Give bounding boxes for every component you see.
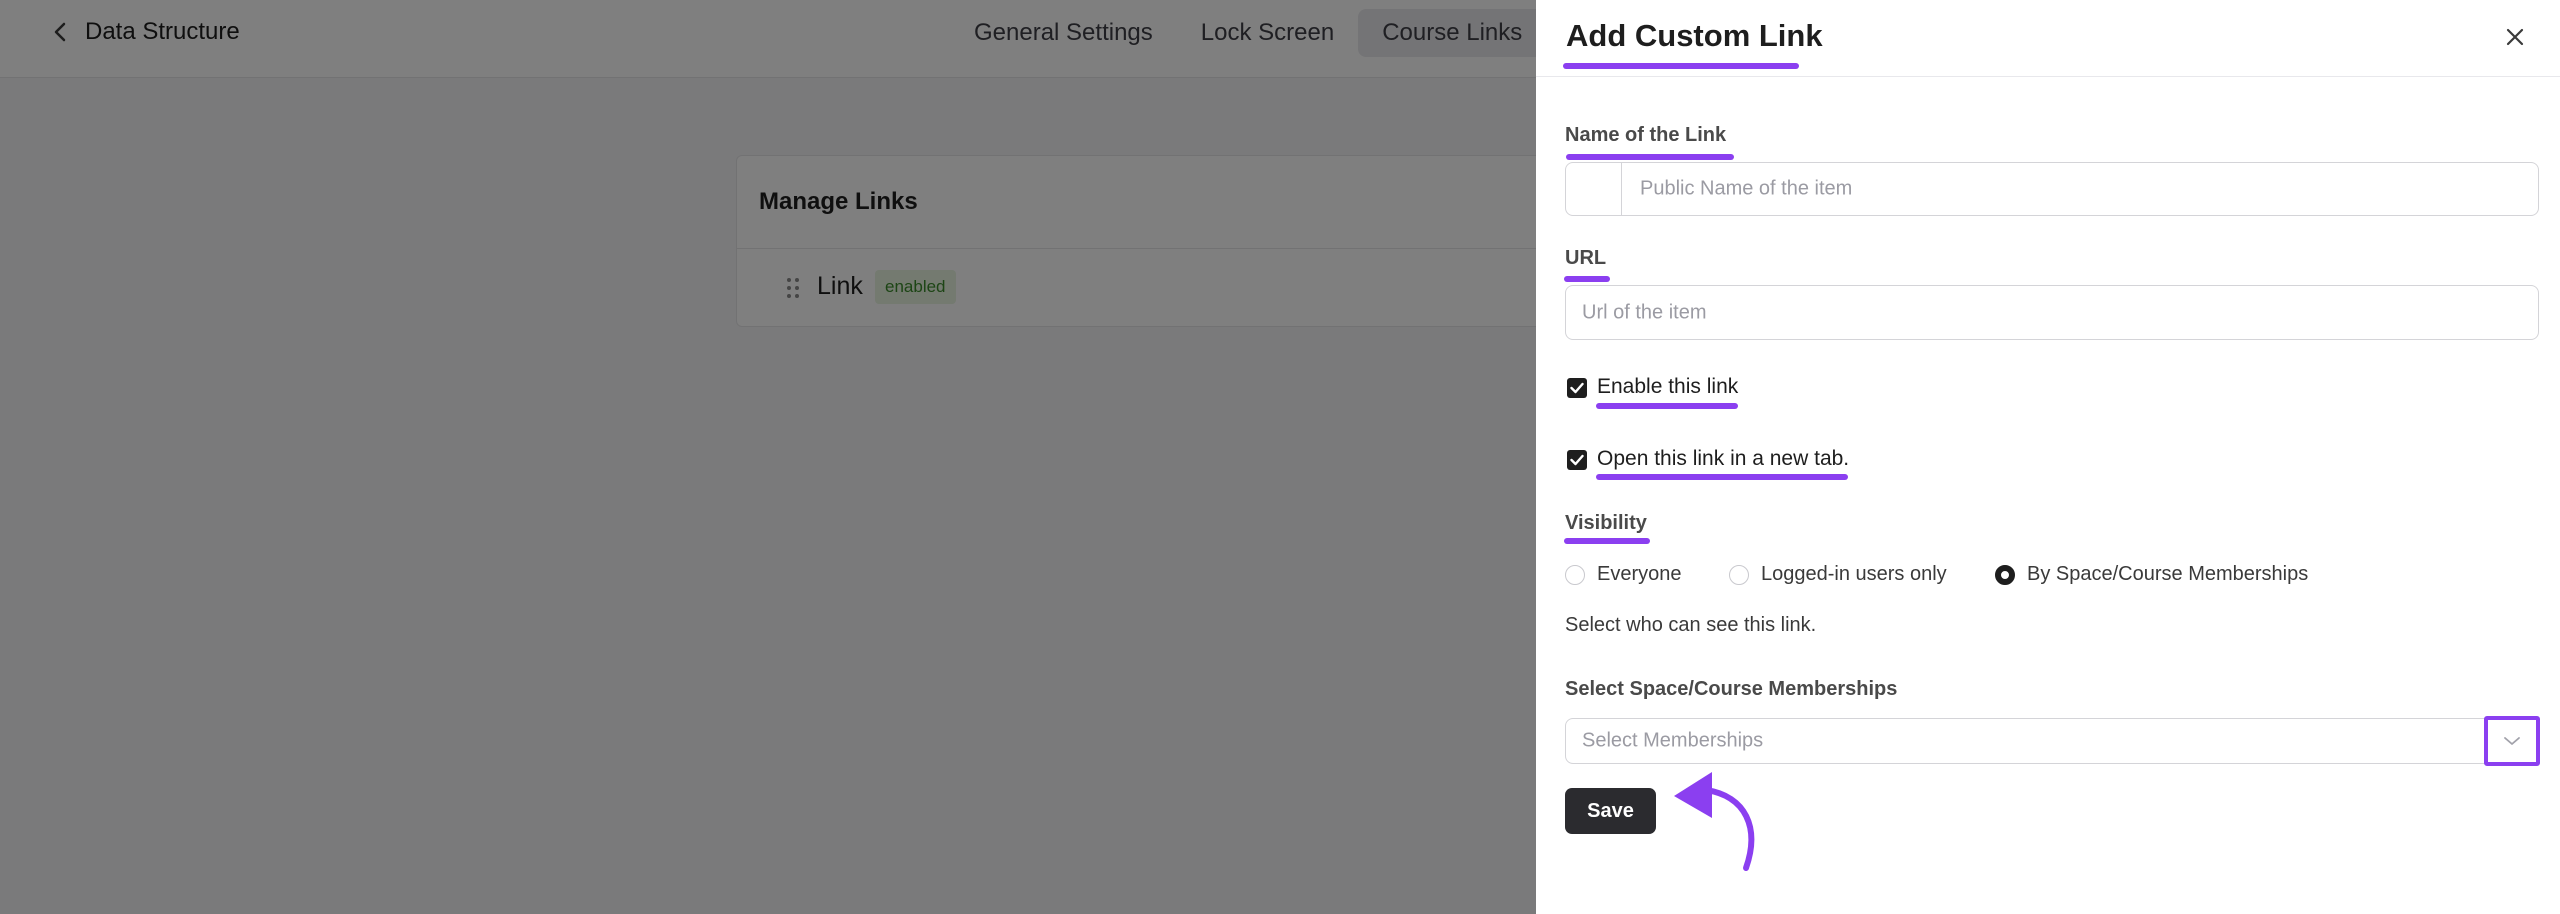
radio-everyone-dot[interactable] xyxy=(1565,564,1585,585)
memberships-placeholder: Select Memberships xyxy=(1582,729,1764,752)
url-placeholder: Url of the item xyxy=(1582,301,1707,323)
save-button[interactable]: Save xyxy=(1565,788,1656,834)
link-name-placeholder: Public Name of the item xyxy=(1640,177,1853,200)
open-new-tab-checkbox[interactable] xyxy=(1567,450,1587,470)
visibility-label: Visibility xyxy=(1565,512,1647,534)
url-label-highlight xyxy=(1564,276,1610,282)
title-highlight-underline xyxy=(1563,63,1799,69)
radio-everyone-label: Everyone xyxy=(1597,563,1682,585)
memberships-label: Select Space/Course Memberships xyxy=(1565,678,1898,700)
visibility-help-text: Select who can see this link. xyxy=(1565,614,1817,636)
radio-everyone[interactable]: Everyone xyxy=(1565,563,1682,586)
icon-picker[interactable] xyxy=(1566,163,1622,215)
radio-memberships[interactable]: By Space/Course Memberships xyxy=(1995,563,2308,586)
visibility-label-highlight xyxy=(1564,538,1650,544)
chevron-down-icon[interactable] xyxy=(2484,716,2540,766)
name-label-highlight xyxy=(1566,154,1734,160)
radio-logged-in[interactable]: Logged-in users only xyxy=(1729,563,1947,586)
enable-link-label[interactable]: Enable this link xyxy=(1597,375,1738,399)
radio-memberships-label: By Space/Course Memberships xyxy=(2027,563,2309,585)
url-input[interactable]: Url of the item xyxy=(1565,285,2539,340)
newtab-label-highlight xyxy=(1596,474,1848,480)
close-icon[interactable] xyxy=(2500,22,2530,52)
radio-memberships-dot[interactable] xyxy=(1995,564,2015,585)
drawer-title: Add Custom Link xyxy=(1566,18,1823,53)
drawer-divider xyxy=(1536,76,2560,77)
add-custom-link-drawer: Add Custom Link Name of the Link Public … xyxy=(1536,0,2560,914)
url-label: URL xyxy=(1565,247,1607,269)
enable-label-highlight xyxy=(1596,403,1738,409)
enable-link-checkbox[interactable] xyxy=(1567,378,1587,398)
open-new-tab-label[interactable]: Open this link in a new tab. xyxy=(1597,447,1849,471)
memberships-select[interactable]: Select Memberships xyxy=(1565,716,2540,766)
name-label: Name of the Link xyxy=(1565,124,1727,146)
radio-logged-in-label: Logged-in users only xyxy=(1761,563,1947,585)
link-name-input[interactable]: Public Name of the item xyxy=(1565,162,2539,216)
annotation-arrow-icon xyxy=(1674,772,1755,871)
radio-logged-in-dot[interactable] xyxy=(1729,564,1749,585)
